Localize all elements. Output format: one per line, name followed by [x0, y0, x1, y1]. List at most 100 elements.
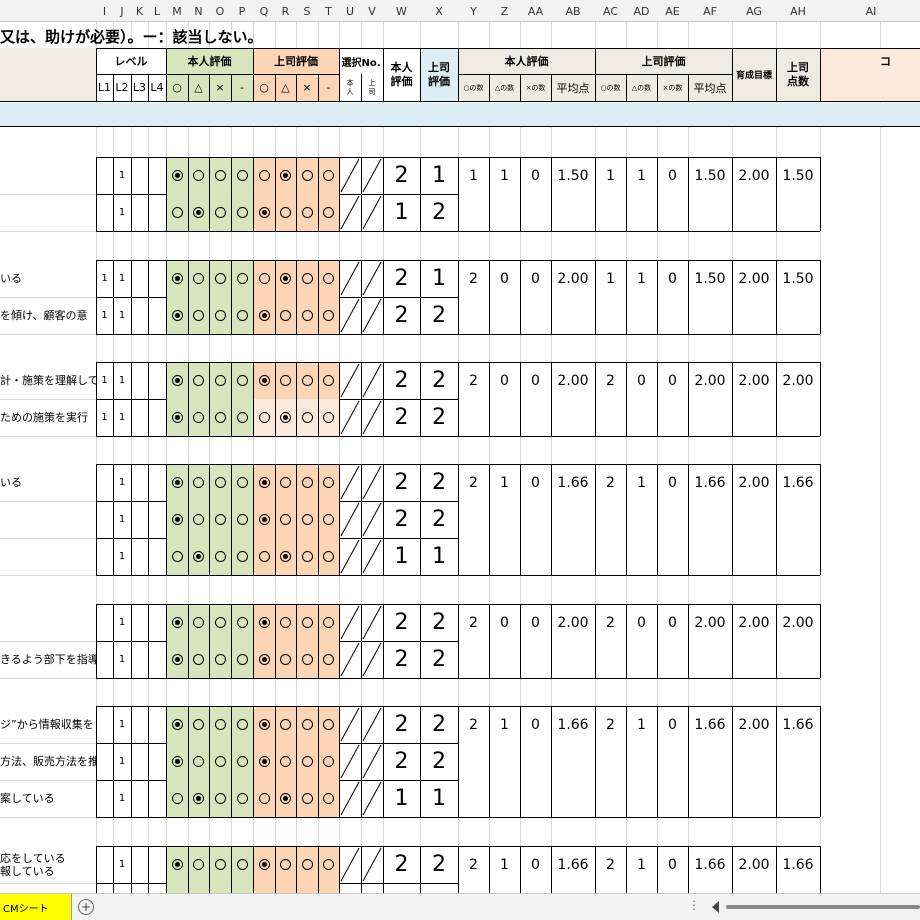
boss-radio-cell[interactable]: [296, 399, 318, 436]
boss-radio-cell[interactable]: [275, 604, 296, 641]
self-eval-radio[interactable]: [214, 310, 226, 321]
self-radio-cell[interactable]: [166, 501, 188, 538]
boss-radio-cell[interactable]: [296, 604, 318, 641]
boss-eval-radio[interactable]: [280, 514, 291, 525]
boss-eval-radio[interactable]: [280, 375, 291, 386]
column-header-p[interactable]: P: [231, 0, 253, 22]
self-eval-radio[interactable]: [193, 207, 204, 218]
self-radio-cell[interactable]: [166, 297, 188, 334]
self-radio-cell[interactable]: [209, 362, 231, 399]
self-eval-radio[interactable]: [236, 170, 248, 181]
self-radio-cell[interactable]: [209, 743, 231, 780]
self-radio-cell[interactable]: [231, 260, 253, 297]
self-eval-radio[interactable]: [236, 477, 248, 488]
self-radio-cell[interactable]: [231, 194, 253, 231]
self-radio-cell[interactable]: [231, 297, 253, 334]
boss-radio-cell[interactable]: [318, 464, 339, 501]
boss-radio-cell[interactable]: [253, 706, 275, 743]
column-header-l[interactable]: L: [148, 0, 166, 22]
self-radio-cell[interactable]: [209, 194, 231, 231]
boss-radio-cell[interactable]: [253, 260, 275, 297]
boss-eval-radio[interactable]: [323, 477, 334, 488]
scroll-left-arrow-icon[interactable]: [712, 901, 719, 913]
self-radio-cell[interactable]: [231, 780, 253, 817]
self-radio-cell[interactable]: [166, 706, 188, 743]
self-eval-radio[interactable]: [214, 719, 226, 730]
self-eval-radio[interactable]: [193, 617, 204, 628]
self-radio-cell[interactable]: [188, 604, 209, 641]
add-sheet-button[interactable]: +: [78, 899, 94, 915]
boss-eval-radio[interactable]: [301, 273, 313, 284]
self-eval-radio[interactable]: [236, 514, 248, 525]
boss-radio-cell[interactable]: [296, 157, 318, 194]
boss-radio-cell[interactable]: [318, 743, 339, 780]
self-eval-radio[interactable]: [171, 310, 183, 321]
self-eval-radio[interactable]: [236, 273, 248, 284]
self-radio-cell[interactable]: [231, 464, 253, 501]
self-radio-cell[interactable]: [166, 362, 188, 399]
self-radio-cell[interactable]: [209, 846, 231, 883]
self-radio-cell[interactable]: [231, 743, 253, 780]
boss-eval-radio[interactable]: [323, 412, 334, 423]
boss-eval-radio[interactable]: [301, 477, 313, 488]
boss-eval-radio[interactable]: [280, 170, 291, 181]
self-eval-radio[interactable]: [193, 551, 204, 562]
self-eval-radio[interactable]: [214, 617, 226, 628]
column-header-t[interactable]: T: [318, 0, 339, 22]
column-header-x[interactable]: X: [420, 0, 458, 22]
self-eval-radio[interactable]: [193, 719, 204, 730]
column-header-ai[interactable]: AI: [820, 0, 920, 22]
column-header-n[interactable]: N: [188, 0, 209, 22]
boss-radio-cell[interactable]: [275, 194, 296, 231]
boss-eval-radio[interactable]: [323, 654, 334, 665]
self-eval-radio[interactable]: [214, 170, 226, 181]
boss-eval-radio[interactable]: [280, 654, 291, 665]
boss-eval-radio[interactable]: [258, 310, 270, 321]
self-radio-cell[interactable]: [209, 260, 231, 297]
self-eval-radio[interactable]: [214, 207, 226, 218]
self-radio-cell[interactable]: [231, 538, 253, 575]
column-header-z[interactable]: Z: [489, 0, 520, 22]
boss-eval-radio[interactable]: [301, 654, 313, 665]
self-radio-cell[interactable]: [166, 194, 188, 231]
boss-radio-cell[interactable]: [318, 362, 339, 399]
self-radio-cell[interactable]: [188, 297, 209, 334]
boss-eval-radio[interactable]: [301, 207, 313, 218]
self-eval-radio[interactable]: [193, 859, 204, 870]
boss-radio-cell[interactable]: [296, 641, 318, 678]
boss-radio-cell[interactable]: [318, 604, 339, 641]
boss-radio-cell[interactable]: [296, 194, 318, 231]
self-eval-radio[interactable]: [236, 617, 248, 628]
boss-radio-cell[interactable]: [253, 846, 275, 883]
self-eval-radio[interactable]: [236, 551, 248, 562]
boss-radio-cell[interactable]: [296, 260, 318, 297]
column-header-q[interactable]: Q: [253, 0, 275, 22]
self-eval-radio[interactable]: [236, 375, 248, 386]
self-eval-radio[interactable]: [214, 412, 226, 423]
boss-radio-cell[interactable]: [318, 194, 339, 231]
boss-radio-cell[interactable]: [318, 641, 339, 678]
column-header-j[interactable]: J: [113, 0, 131, 22]
boss-eval-radio[interactable]: [258, 551, 270, 562]
self-eval-radio[interactable]: [236, 793, 248, 804]
boss-eval-radio[interactable]: [323, 719, 334, 730]
self-eval-radio[interactable]: [171, 375, 183, 386]
self-radio-cell[interactable]: [188, 157, 209, 194]
self-eval-radio[interactable]: [236, 756, 248, 767]
column-header-ag[interactable]: AG: [732, 0, 776, 22]
boss-eval-radio[interactable]: [258, 170, 270, 181]
self-radio-cell[interactable]: [188, 194, 209, 231]
boss-eval-radio[interactable]: [323, 375, 334, 386]
self-eval-radio[interactable]: [214, 514, 226, 525]
boss-eval-radio[interactable]: [280, 793, 291, 804]
boss-eval-radio[interactable]: [323, 617, 334, 628]
self-eval-radio[interactable]: [171, 719, 183, 730]
boss-radio-cell[interactable]: [253, 362, 275, 399]
boss-eval-radio[interactable]: [301, 859, 313, 870]
self-eval-radio[interactable]: [193, 412, 204, 423]
boss-radio-cell[interactable]: [275, 846, 296, 883]
boss-eval-radio[interactable]: [258, 273, 270, 284]
self-radio-cell[interactable]: [166, 260, 188, 297]
self-eval-radio[interactable]: [214, 477, 226, 488]
self-eval-radio[interactable]: [171, 170, 183, 181]
